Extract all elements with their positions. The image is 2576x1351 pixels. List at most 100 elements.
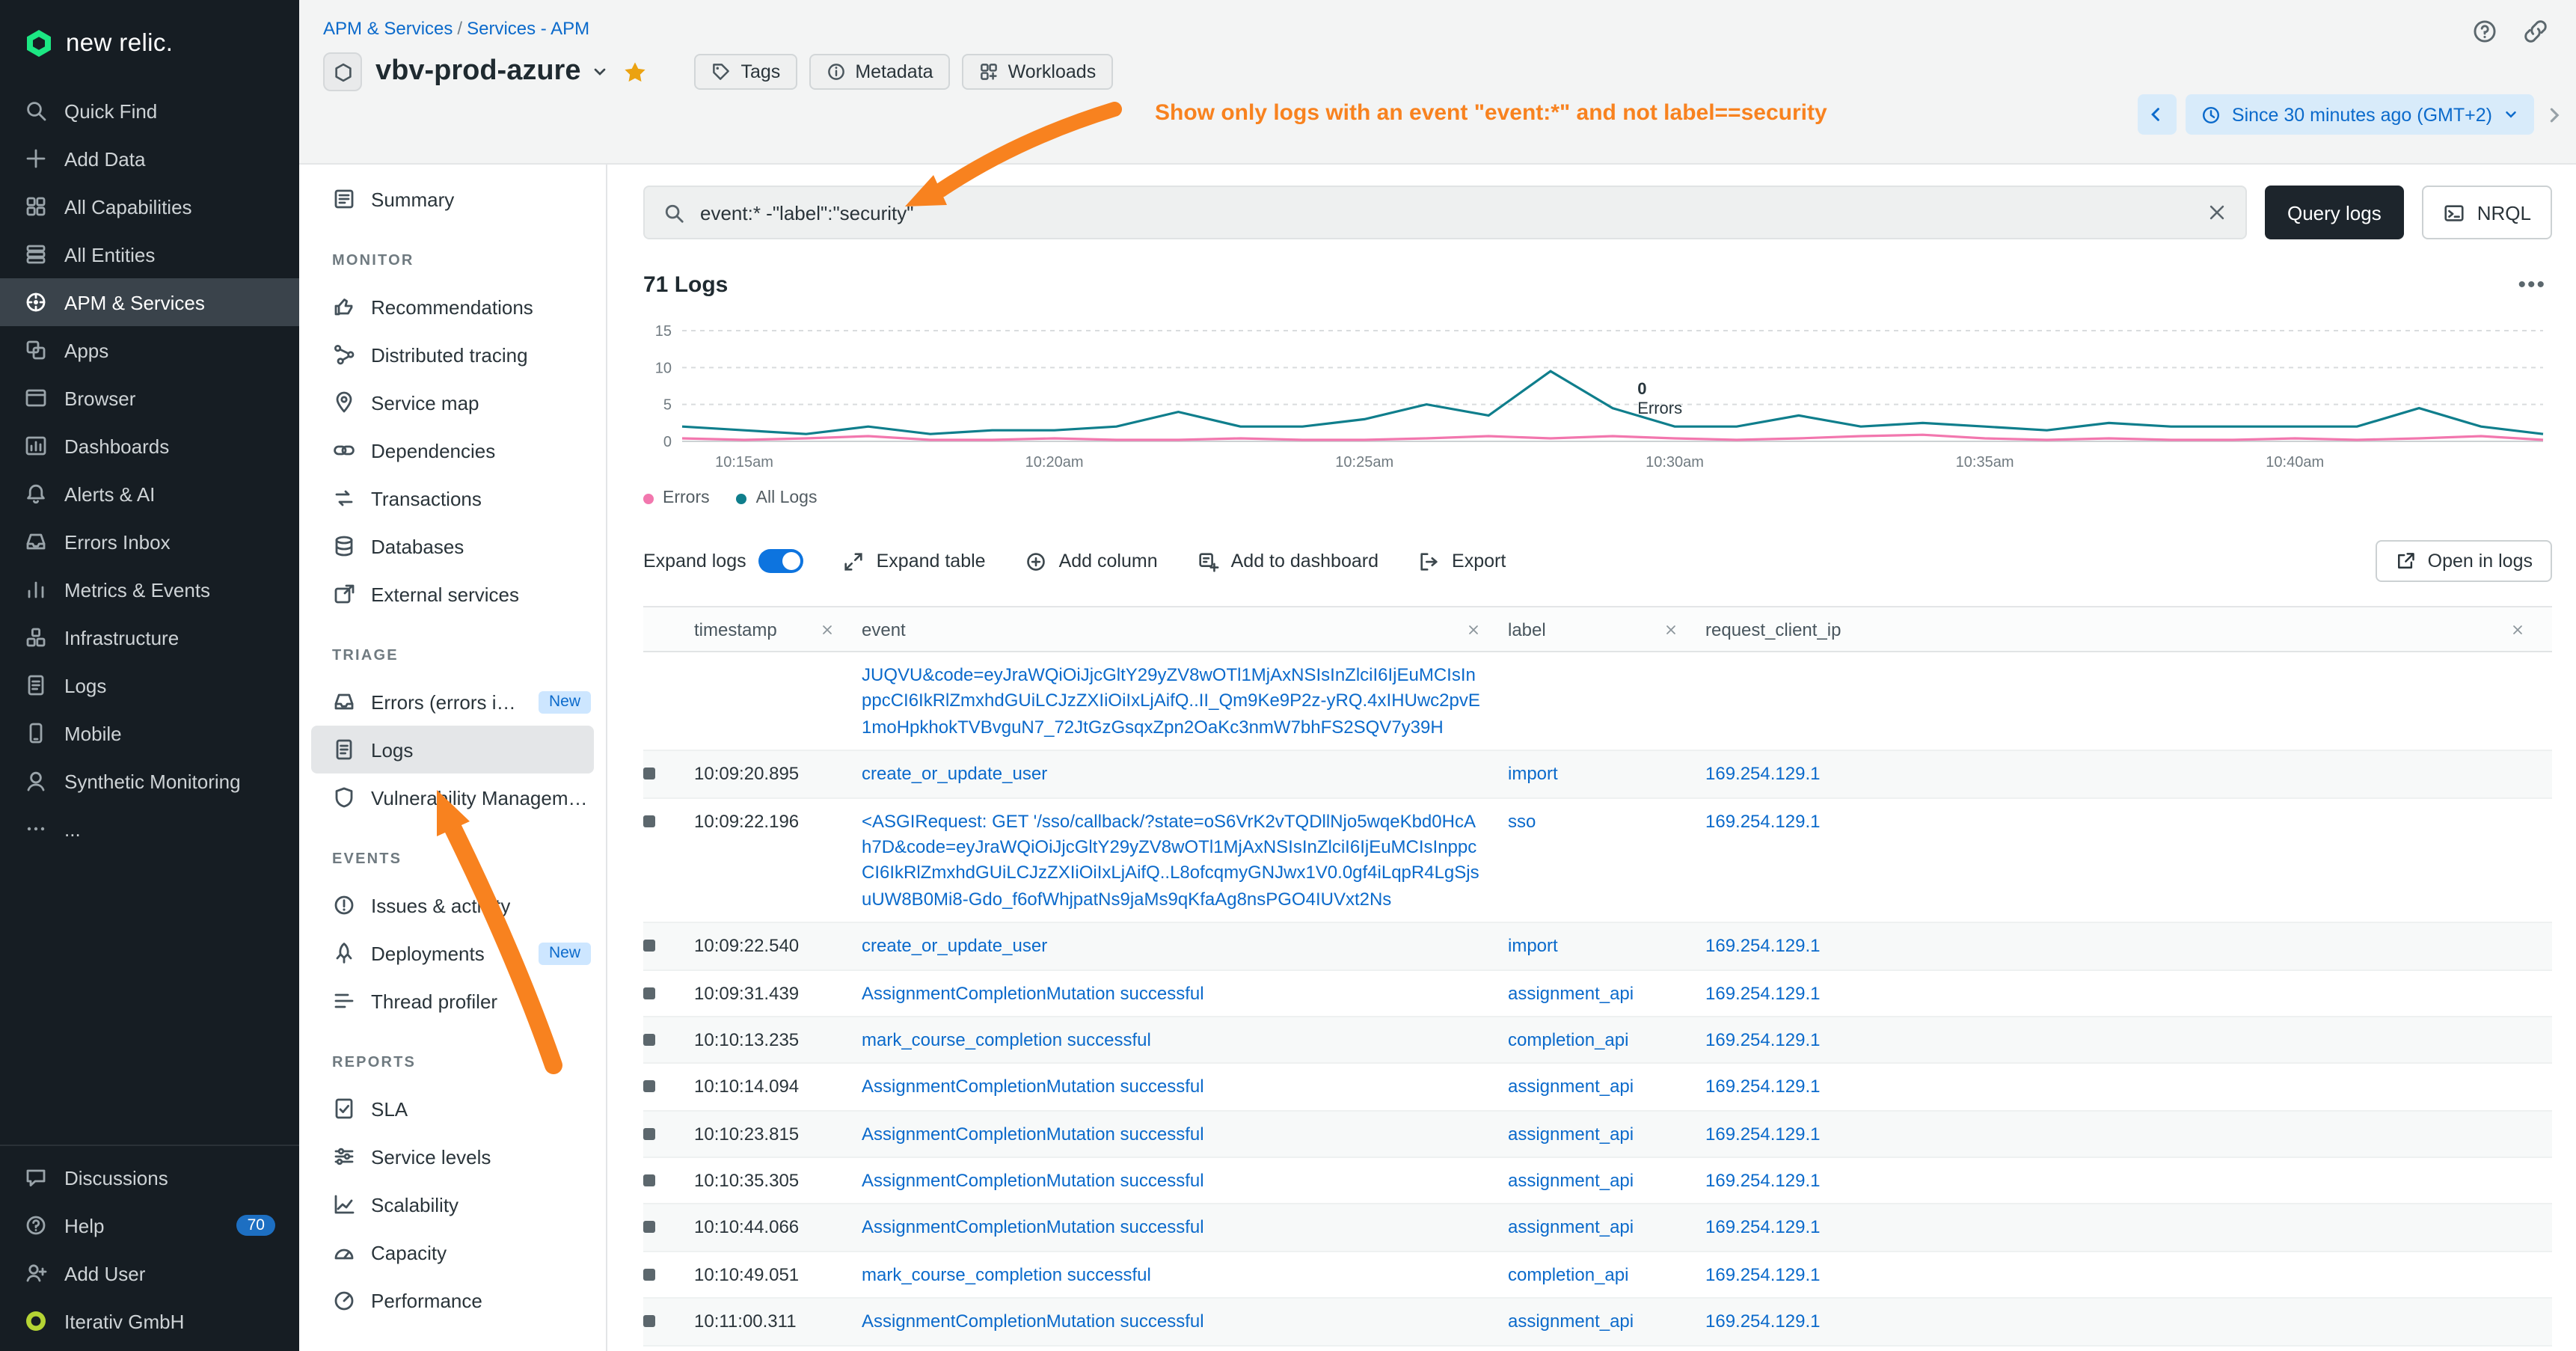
sidebar-item-all-entities[interactable]: All Entities — [0, 230, 299, 278]
sidebar-item-metrics-events[interactable]: Metrics & Events — [0, 566, 299, 613]
export-button[interactable]: Export — [1417, 550, 1506, 572]
event-link[interactable]: AssignmentCompletionMutation successful — [862, 982, 1204, 1003]
table-row[interactable]: 10:10:35.305AssignmentCompletionMutation… — [643, 1158, 2552, 1205]
help-circle-icon[interactable] — [2471, 18, 2498, 45]
row-expand-icon[interactable] — [643, 1081, 655, 1093]
logs-query-input[interactable]: event:* -"label":"security" — [643, 186, 2247, 239]
label-link[interactable]: assignment_api — [1508, 1123, 1634, 1144]
sub-nav-item-service-levels[interactable]: Service levels — [299, 1133, 606, 1180]
sidebar-item-mobile[interactable]: Mobile — [0, 709, 299, 757]
sidebar-item-browser[interactable]: Browser — [0, 374, 299, 422]
event-link[interactable]: mark_course_completion successful — [862, 1029, 1151, 1050]
sidebar-item-errors-inbox[interactable]: Errors Inbox — [0, 518, 299, 566]
table-row[interactable]: 10:10:23.815AssignmentCompletionMutation… — [643, 1111, 2552, 1158]
clear-query-icon[interactable] — [2207, 202, 2227, 223]
sub-nav-item-distributed-tracing[interactable]: Distributed tracing — [299, 331, 606, 379]
sidebar-item-synthetic-monitoring[interactable]: Synthetic Monitoring — [0, 757, 299, 805]
footer-item-help[interactable]: Help70 — [0, 1201, 299, 1249]
ip-link[interactable]: 169.254.129.1 — [1705, 1029, 1821, 1050]
sidebar-item-apm-services[interactable]: APM & Services — [0, 278, 299, 326]
expand-table-button[interactable]: Expand table — [842, 550, 986, 572]
label-link[interactable]: sso — [1508, 810, 1536, 831]
sub-nav-item-scalability[interactable]: Scalability — [299, 1180, 606, 1228]
entity-switcher-caret-icon[interactable] — [592, 63, 610, 81]
brand-logo[interactable]: new relic. — [0, 0, 299, 87]
chip-workloads[interactable]: Workloads — [962, 54, 1113, 90]
event-link[interactable]: mark_course_completion successful — [862, 1264, 1151, 1285]
breadcrumb-link-services-apm[interactable]: Services - APM — [467, 18, 589, 39]
row-expand-icon[interactable] — [643, 768, 655, 779]
sub-nav-item-capacity[interactable]: Capacity — [299, 1228, 606, 1276]
remove-column-icon[interactable] — [2510, 622, 2525, 637]
table-row[interactable]: 10:09:22.196<ASGIRequest: GET '/sso/call… — [643, 798, 2552, 923]
chart-more-options[interactable]: ••• — [2518, 272, 2552, 298]
row-expand-icon[interactable] — [643, 1269, 655, 1281]
table-row[interactable]: 10:11:00.311AssignmentCompletionMutation… — [643, 1299, 2552, 1347]
breadcrumb-link-apm-services[interactable]: APM & Services — [323, 18, 453, 39]
row-expand-icon[interactable] — [643, 1222, 655, 1234]
table-row[interactable]: JUQVU&code=eyJraWQiOiJjcGltY29yZV8wOTl1M… — [643, 652, 2552, 751]
row-expand-icon[interactable] — [643, 1316, 655, 1328]
ip-link[interactable]: 169.254.129.1 — [1705, 1123, 1821, 1144]
sidebar-item-dashboards[interactable]: Dashboards — [0, 422, 299, 470]
table-row[interactable]: 10:10:13.235mark_course_completion succe… — [643, 1017, 2552, 1064]
event-link[interactable]: create_or_update_user — [862, 763, 1047, 784]
nrql-button[interactable]: NRQL — [2422, 186, 2552, 239]
sidebar-item-alerts-ai[interactable]: Alerts & AI — [0, 470, 299, 518]
sidebar-item-infrastructure[interactable]: Infrastructure — [0, 613, 299, 661]
open-in-logs-button[interactable]: Open in logs — [2376, 540, 2552, 582]
add-to-dashboard-button[interactable]: Add to dashboard — [1197, 550, 1379, 572]
sub-nav-item-deployments[interactable]: DeploymentsNew — [299, 929, 606, 977]
event-link[interactable]: AssignmentCompletionMutation successful — [862, 1217, 1204, 1238]
label-link[interactable]: import — [1508, 935, 1558, 956]
table-row[interactable]: 10:10:44.066AssignmentCompletionMutation… — [643, 1205, 2552, 1252]
share-link-icon[interactable] — [2522, 18, 2549, 45]
label-link[interactable]: assignment_api — [1508, 1170, 1634, 1191]
label-link[interactable]: assignment_api — [1508, 1076, 1634, 1097]
sidebar-item-logs[interactable]: Logs — [0, 661, 299, 709]
sidebar-item-apps[interactable]: Apps — [0, 326, 299, 374]
row-expand-icon[interactable] — [643, 987, 655, 999]
sub-nav-item-logs[interactable]: Logs — [311, 726, 594, 773]
ip-link[interactable]: 169.254.129.1 — [1705, 1170, 1821, 1191]
sub-nav-item-sla[interactable]: SLA — [299, 1085, 606, 1133]
label-link[interactable]: import — [1508, 763, 1558, 784]
sub-nav-item-errors-errors-inb[interactable]: Errors (errors inb...New — [299, 678, 606, 726]
ip-link[interactable]: 169.254.129.1 — [1705, 763, 1821, 784]
footer-item-discussions[interactable]: Discussions — [0, 1154, 299, 1201]
row-expand-icon[interactable] — [643, 1127, 655, 1139]
chip-metadata[interactable]: Metadata — [809, 54, 949, 90]
ip-link[interactable]: 169.254.129.1 — [1705, 1311, 1821, 1332]
sub-nav-item-dependencies[interactable]: Dependencies — [299, 426, 606, 474]
sub-nav-item-thread-profiler[interactable]: Thread profiler — [299, 977, 606, 1025]
ip-link[interactable]: 169.254.129.1 — [1705, 935, 1821, 956]
table-row[interactable]: 10:09:20.895create_or_update_userimport1… — [643, 751, 2552, 798]
chip-tags[interactable]: Tags — [695, 54, 797, 90]
ip-link[interactable]: 169.254.129.1 — [1705, 982, 1821, 1003]
add-column-button[interactable]: Add column — [1025, 550, 1158, 572]
label-link[interactable]: assignment_api — [1508, 1311, 1634, 1332]
table-row[interactable]: 10:10:49.051mark_course_completion succe… — [643, 1252, 2552, 1299]
sidebar-item-all-capabilities[interactable]: All Capabilities — [0, 183, 299, 230]
footer-item-iterativ-gmbh[interactable]: Iterativ GmbH — [0, 1297, 299, 1345]
ip-link[interactable]: 169.254.129.1 — [1705, 810, 1821, 831]
time-back-button[interactable] — [2138, 94, 2177, 135]
remove-column-icon[interactable] — [1466, 622, 1481, 637]
query-logs-button[interactable]: Query logs — [2265, 186, 2404, 239]
sub-nav-item-external-services[interactable]: External services — [299, 570, 606, 618]
remove-column-icon[interactable] — [820, 622, 835, 637]
sub-nav-item-recommendations[interactable]: Recommendations — [299, 283, 606, 331]
sub-nav-item-service-map[interactable]: Service map — [299, 379, 606, 426]
event-link[interactable]: AssignmentCompletionMutation successful — [862, 1170, 1204, 1191]
event-link[interactable]: AssignmentCompletionMutation successful — [862, 1076, 1204, 1097]
sidebar-item-more[interactable]: ... — [0, 805, 299, 853]
row-expand-icon[interactable] — [643, 1034, 655, 1046]
ip-link[interactable]: 169.254.129.1 — [1705, 1076, 1821, 1097]
ip-link[interactable]: 169.254.129.1 — [1705, 1217, 1821, 1238]
time-forward-icon[interactable] — [2543, 104, 2564, 125]
favorite-star-icon[interactable] — [623, 59, 648, 85]
row-expand-icon[interactable] — [643, 815, 655, 827]
event-link[interactable]: AssignmentCompletionMutation successful — [862, 1123, 1204, 1144]
event-link[interactable]: AssignmentCompletionMutation successful — [862, 1311, 1204, 1332]
label-link[interactable]: completion_api — [1508, 1029, 1628, 1050]
